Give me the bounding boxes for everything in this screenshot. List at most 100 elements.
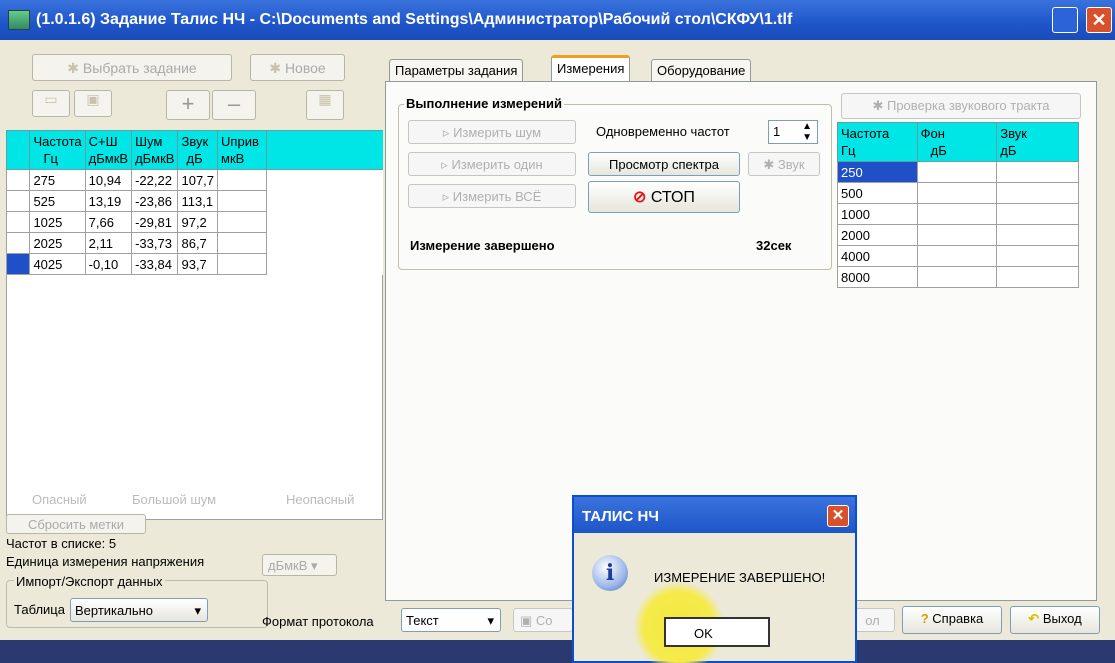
help-icon: ? <box>920 611 929 626</box>
row-marker <box>5 190 31 212</box>
disk-icon: ▣ <box>520 613 533 628</box>
table-row[interactable]: 250 <box>837 161 1079 183</box>
measure-one-label: Измерить один <box>451 157 543 172</box>
column-header[interactable]: Фон дБ <box>916 122 998 162</box>
table-row[interactable]: 4000 <box>837 245 1079 267</box>
tab-measurements[interactable]: Измерения <box>551 55 631 82</box>
row-marker <box>5 169 31 191</box>
chevron-down-icon: ▾ <box>311 558 318 573</box>
tab-equipment[interactable]: Оборудование <box>651 59 752 81</box>
table-row[interactable]: 8000 <box>837 266 1079 288</box>
measure-noise-label: Измерить шум <box>453 125 542 140</box>
table-row[interactable]: 500 <box>837 182 1079 204</box>
add-button[interactable]: + <box>166 90 210 120</box>
dialog-message: ИЗМЕРЕНИЕ ЗАВЕРШЕНО! <box>654 570 826 585</box>
open-button[interactable]: ▭ <box>32 90 70 117</box>
measurement-group-title: Выполнение измерений <box>404 96 564 111</box>
table-header-row: Частота Гц Фон дБ Звук дБ <box>837 122 1079 162</box>
table-orientation-select[interactable]: Вертикально ▾ <box>70 598 208 622</box>
arrow-icon: ▹ <box>441 157 448 172</box>
app-icon <box>8 10 30 30</box>
audio-check-table[interactable]: Частота Гц Фон дБ Звук дБ 250 500 1000 2000… <box>837 122 1079 288</box>
column-header[interactable]: Звук дБ <box>177 130 219 170</box>
column-header[interactable]: Uприв мкВ <box>217 130 268 170</box>
simultaneous-spinner[interactable]: 1 ▲ ▼ <box>768 120 818 144</box>
mark-dangerous[interactable]: Опасный <box>32 492 87 507</box>
protocol-format-value: Текст <box>406 613 439 628</box>
import-export-legend: Импорт/Экспорт данных <box>14 574 165 589</box>
title-bar[interactable]: (1.0.1.6) Задание Талис НЧ - C:\Document… <box>0 0 1115 40</box>
column-header[interactable]: Частота Гц <box>837 122 918 162</box>
arrow-icon: ▹ <box>442 189 450 204</box>
table-row[interactable]: 525 13,19 -23,86 113,1 <box>5 190 384 212</box>
results-table[interactable]: Частота Гц С+Ш дБмкВ Шум дБмкВ Звук дБ Uприв… <box>5 130 384 275</box>
window-title: (1.0.1.6) Задание Талис НЧ - C:\Document… <box>36 11 793 28</box>
measure-one-button[interactable]: ▹ Измерить один <box>408 152 576 176</box>
table-label: Таблица <box>14 602 65 617</box>
dialog-close-icon[interactable]: ✕ <box>827 505 849 527</box>
table-icon: ▦ <box>318 91 332 107</box>
exit-button[interactable]: ↶ Выход <box>1010 606 1100 634</box>
check-audio-path-label: Проверка звукового тракта <box>886 98 1050 113</box>
units-select[interactable]: дБмкВ ▾ <box>262 554 337 576</box>
table-header-row: Частота Гц С+Ш дБмкВ Шум дБмкВ Звук дБ Uприв… <box>5 130 383 170</box>
units-label: Единица измерения напряжения <box>6 554 205 569</box>
column-header[interactable]: С+Ш дБмкВ <box>84 130 133 170</box>
table-row[interactable]: 275 10,94 -22,22 107,7 <box>5 169 384 191</box>
spinner-arrows-icon[interactable]: ▲ ▼ <box>802 121 812 143</box>
main-window: (1.0.1.6) Задание Талис НЧ - C:\Document… <box>0 0 1115 663</box>
minimize-button[interactable] <box>1052 7 1078 33</box>
remove-button[interactable]: – <box>212 90 256 120</box>
star-icon: ✱ <box>67 60 80 76</box>
save-protocol-button[interactable]: ▣ Со <box>513 608 573 632</box>
stop-button[interactable]: ⊘ СТОП <box>588 181 740 213</box>
measure-all-button[interactable]: ▹ Измерить ВСЁ <box>408 184 576 208</box>
arrow-icon: ▹ <box>442 125 450 140</box>
protocol-format-label: Формат протокола <box>262 614 374 629</box>
column-header[interactable]: Звук дБ <box>996 122 1079 162</box>
simultaneous-label: Одновременно частот <box>596 124 730 139</box>
save-button[interactable]: ▣ <box>74 90 112 117</box>
mark-loud-noise[interactable]: Большой шум <box>132 492 216 507</box>
new-task-label: Новое <box>284 60 326 76</box>
tab-task-params[interactable]: Параметры задания <box>389 59 524 81</box>
measure-noise-button[interactable]: ▹ Измерить шум <box>408 120 576 144</box>
protocol-format-select[interactable]: Текст ▾ <box>401 608 501 632</box>
table-orientation-value: Вертикально <box>75 603 154 618</box>
help-button[interactable]: ? Справка <box>902 606 1002 634</box>
table-row[interactable]: 1025 7,66 -29,81 97,2 <box>5 211 384 233</box>
table-row[interactable]: 4025 -0,10 -33,84 93,7 <box>5 253 384 275</box>
star-icon: ✱ <box>872 98 884 113</box>
measurement-status: Измерение завершено <box>410 238 555 253</box>
column-header[interactable]: Шум дБмкВ <box>131 130 179 170</box>
measurement-time: 32сек <box>756 238 792 253</box>
select-task-button[interactable]: ✱ Выбрать задание <box>32 54 232 81</box>
stop-icon: ⊘ <box>633 189 647 206</box>
info-dialog: ТАЛИС НЧ ✕ i ИЗМЕРЕНИЕ ЗАВЕРШЕНО! OK <box>572 495 857 663</box>
dialog-title: ТАЛИС НЧ <box>582 508 659 525</box>
units-value: дБмкВ <box>268 558 308 573</box>
row-marker <box>5 211 31 233</box>
folder-icon: ▭ <box>44 91 58 107</box>
reset-marks-button[interactable]: Сбросить метки <box>6 514 146 534</box>
exit-icon: ↶ <box>1028 611 1040 626</box>
spectrum-button[interactable]: Просмотр спектра <box>588 152 740 176</box>
background-window-strip <box>0 640 1115 663</box>
table-row[interactable]: 2025 2,11 -33,73 86,7 <box>5 232 384 254</box>
table-row[interactable]: 1000 <box>837 203 1079 225</box>
sound-label: Звук <box>777 157 805 172</box>
column-header[interactable]: Частота Гц <box>29 130 86 170</box>
freq-count: Частот в списке: 5 <box>6 536 117 551</box>
mark-safe[interactable]: Неопасный <box>286 492 354 507</box>
dialog-title-bar[interactable]: ТАЛИС НЧ ✕ <box>574 497 855 533</box>
table-row[interactable]: 2000 <box>837 224 1079 246</box>
clear-button[interactable]: ▦ <box>306 90 344 120</box>
measure-all-label: Измерить ВСЁ <box>452 189 542 204</box>
close-button[interactable]: ✕ <box>1086 7 1112 33</box>
ok-button[interactable]: OK <box>664 617 770 647</box>
check-audio-path-button[interactable]: ✱ Проверка звукового тракта <box>841 93 1081 119</box>
simultaneous-value: 1 <box>773 124 781 139</box>
new-task-button[interactable]: ✱ Новое <box>250 54 345 81</box>
sound-button[interactable]: ✱ Звук <box>748 152 820 176</box>
left-pane: ✱ Выбрать задание ✱ Новое ▭ ▣ + – ▦ Част… <box>0 40 383 640</box>
